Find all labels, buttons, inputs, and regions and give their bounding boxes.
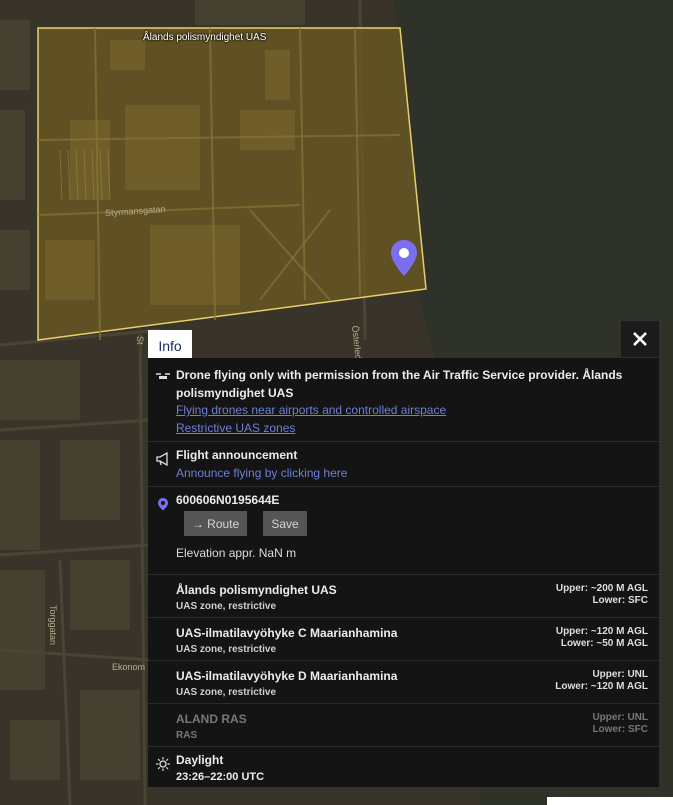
elevation-text: Elevation appr. NaN m (176, 546, 297, 560)
tab-info[interactable]: Info (148, 330, 192, 361)
info-panel: Drone flying only with permission from t… (148, 358, 659, 787)
daylight-time: 23:26–22:00 UTC (176, 771, 265, 783)
zone-upper: Upper: ~120 M AGL (555, 626, 648, 637)
zone-lower: Lower: ~50 M AGL (560, 638, 648, 649)
zone-type: UAS zone, restrictive (176, 601, 277, 612)
zone-upper: Upper: UNL (592, 712, 648, 723)
location-section: 600606N0195644E → Route Save Elevation a… (148, 487, 659, 575)
zone-name: Ålands polismyndighet UAS (176, 583, 337, 597)
announcement-title: Flight announcement (176, 448, 298, 462)
zone-type: RAS (176, 730, 198, 741)
zone-type: UAS zone, restrictive (176, 687, 277, 698)
close-icon (633, 332, 647, 346)
zone-upper: Upper: ~200 M AGL (555, 583, 648, 594)
zone-row[interactable]: UAS-ilmatilavyöhyke D Maarianhamina UAS … (148, 661, 659, 704)
zone-type: UAS zone, restrictive (176, 644, 277, 655)
drone-icon (156, 373, 170, 379)
zone-name: ALAND RAS (176, 712, 247, 726)
restrictive-zones-link[interactable]: Restrictive UAS zones (176, 421, 295, 435)
route-button[interactable]: → Route (184, 511, 247, 536)
location-code: 600606N0195644E (176, 493, 280, 507)
zone-upper: Upper: UNL (592, 669, 648, 680)
announcement-section: Flight announcement Announce flying by c… (148, 442, 659, 487)
daylight-title: Daylight (176, 753, 224, 767)
zone-name: UAS-ilmatilavyöhyke C Maarianhamina (176, 626, 398, 640)
zone-lower: Lower: ~120 M AGL (555, 681, 648, 692)
zone-lower: Lower: SFC (592, 595, 648, 606)
street-label: Ekonom (112, 662, 146, 672)
airports-link[interactable]: Flying drones near airports and controll… (176, 403, 446, 417)
location-marker-icon[interactable] (388, 238, 420, 278)
corner-blank (547, 797, 673, 805)
announce-link[interactable]: Announce flying by clicking here (176, 466, 347, 480)
close-button[interactable] (621, 321, 659, 357)
daylight-section: Daylight 23:26–22:00 UTC (148, 747, 659, 791)
zone-row[interactable]: UAS-ilmatilavyöhyke C Maarianhamina UAS … (148, 618, 659, 661)
location-pin-icon (158, 498, 168, 511)
megaphone-icon (156, 452, 168, 466)
save-button[interactable]: Save (263, 511, 307, 536)
zone-lower: Lower: SFC (592, 724, 648, 735)
street-label: St (135, 336, 145, 345)
street-label: Torggatan (48, 605, 58, 646)
sun-icon (156, 757, 170, 771)
zone-row[interactable]: ALAND RAS RAS Upper: UNL Lower: SFC (148, 704, 659, 747)
zone-name: UAS-ilmatilavyöhyke D Maarianhamina (176, 669, 398, 683)
notice-text: Drone flying only with permission from t… (176, 368, 623, 400)
zone-row[interactable]: Ålands polismyndighet UAS UAS zone, rest… (148, 575, 659, 618)
notice-section: Drone flying only with permission from t… (148, 358, 659, 442)
map-zone-label: Ålands polismyndighet UAS (143, 32, 267, 43)
